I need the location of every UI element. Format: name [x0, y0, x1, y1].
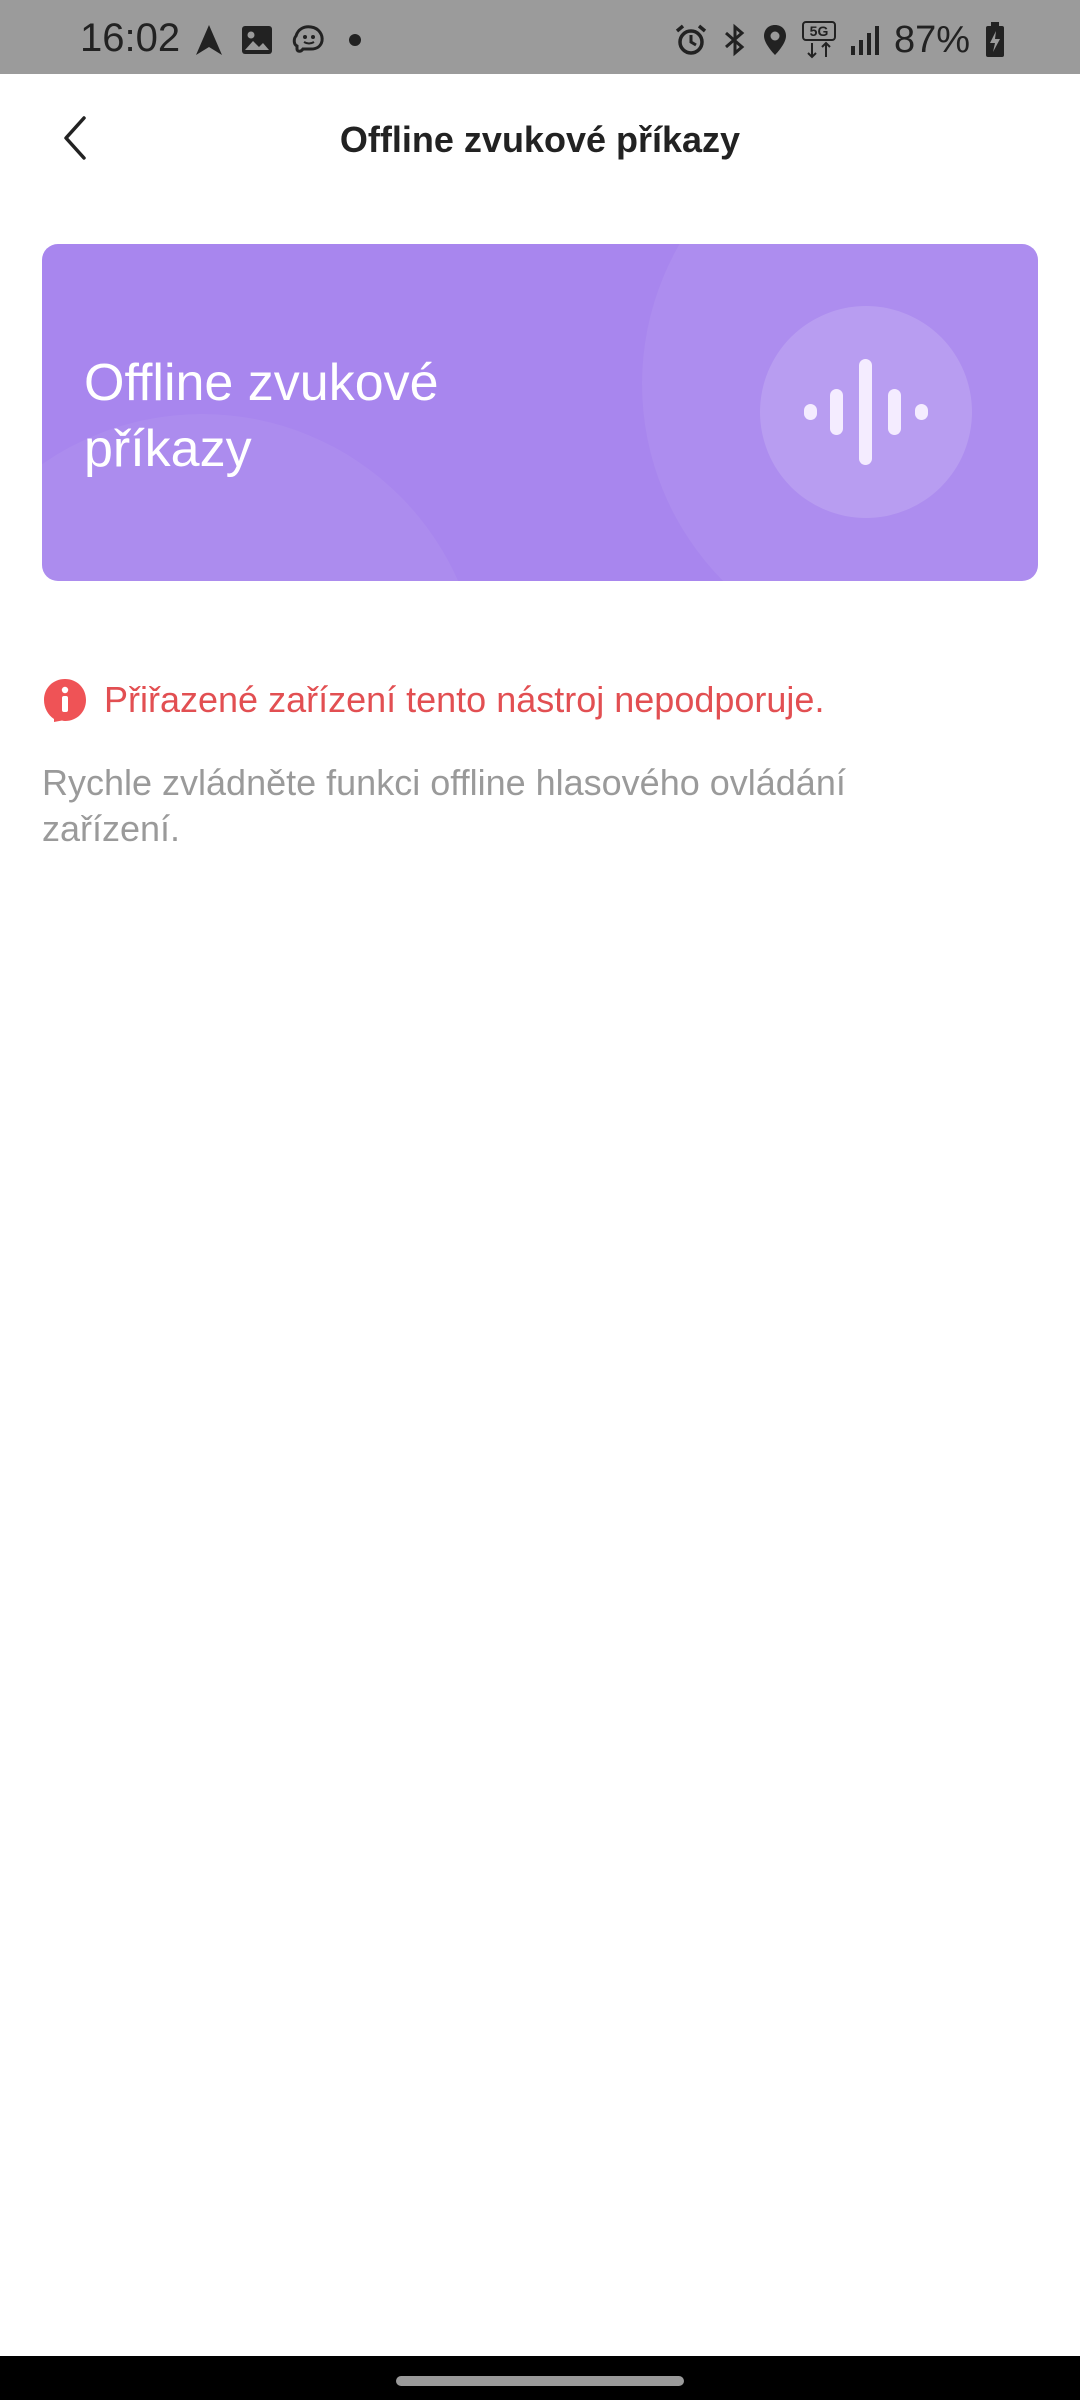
home-indicator[interactable] — [396, 2376, 684, 2386]
system-nav-bar — [0, 2356, 1080, 2400]
alarm-icon — [674, 23, 708, 57]
gallery-icon — [241, 25, 273, 55]
status-time: 16:02 — [80, 16, 181, 60]
waze-icon — [291, 24, 325, 56]
feature-banner: Offline zvukové příkazy — [42, 244, 1038, 581]
location-pin-icon — [762, 23, 788, 57]
signal-bars-icon — [850, 24, 880, 56]
status-right-icons: 5G 87% — [674, 20, 1006, 60]
svg-text:5G: 5G — [810, 23, 829, 39]
5g-data-icon: 5G — [801, 21, 836, 59]
app-header: Offline zvukové příkazy — [0, 74, 1080, 208]
status-left-icons — [195, 22, 367, 58]
page-title: Offline zvukové příkazy — [339, 119, 741, 160]
banner-title: Offline zvukové příkazy — [84, 354, 439, 478]
feature-description: Rychle zvládněte funkci offline hlasovéh… — [42, 762, 846, 849]
voice-waveform-icon — [760, 306, 972, 518]
battery-percent: 87% — [893, 19, 970, 61]
unsupported-warning: Přiřazené zařízení tento nástroj nepodpo… — [42, 672, 1038, 728]
warning-text: Přiřazené zařízení tento nástroj nepodpo… — [104, 679, 825, 720]
notification-dot-icon — [343, 28, 367, 52]
navigation-arrow-icon — [195, 24, 223, 56]
screen: 16:02 5G 87% Offline zvukové příkazy Off… — [0, 0, 1080, 2400]
status-bar: 16:02 5G 87% — [0, 0, 1080, 74]
bluetooth-icon — [722, 23, 748, 57]
info-alert-icon — [42, 677, 88, 723]
chevron-left-icon — [56, 114, 96, 167]
battery-charging-icon — [984, 22, 1006, 58]
back-button[interactable] — [40, 104, 112, 176]
